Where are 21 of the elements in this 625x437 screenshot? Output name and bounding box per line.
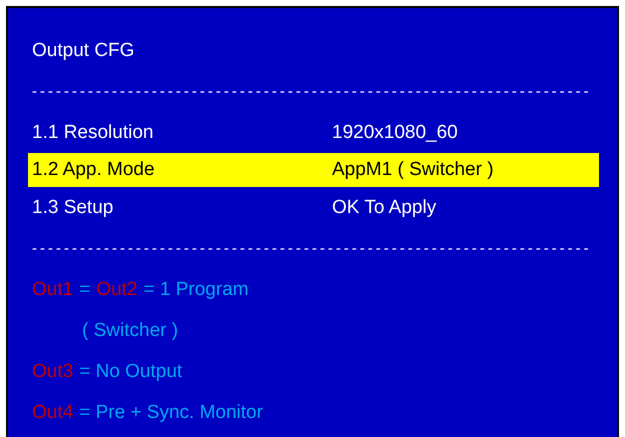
menu-label: 1.3 Setup: [32, 196, 114, 218]
dashed-separator: ----------------------------------------------------------------------: [31, 239, 593, 259]
menu-item[interactable]: 1.1 Resolution 1920x1080_60: [28, 116, 599, 150]
port-description: = 1 Program: [144, 278, 249, 300]
menu-item[interactable]: 1.3 Setup OK To Apply: [28, 190, 599, 224]
menu-label: 1.1 Resolution: [32, 122, 154, 144]
menu-item[interactable]: 1.2 App. Mode AppM1 ( Switcher ): [28, 153, 599, 187]
port-description: = Pre + Sync. Monitor: [79, 402, 263, 424]
port-label: Out1: [32, 278, 74, 300]
port-label: Out2: [96, 278, 138, 300]
menu-value: 1920x1080_60: [332, 122, 458, 144]
port-label: Out4: [32, 402, 74, 424]
port-description: ( Switcher ): [82, 320, 178, 342]
menu-label: 1.2 App. Mode: [32, 159, 156, 181]
menu-value: OK To Apply: [332, 196, 436, 218]
port-description: =: [79, 278, 90, 300]
port-label: Out3: [32, 360, 74, 382]
menu-value: AppM1 ( Switcher ): [332, 159, 494, 181]
port-description: = No Output: [79, 360, 182, 382]
dashed-separator: ----------------------------------------------------------------------: [31, 82, 593, 102]
screen-title: Output CFG: [31, 38, 136, 62]
